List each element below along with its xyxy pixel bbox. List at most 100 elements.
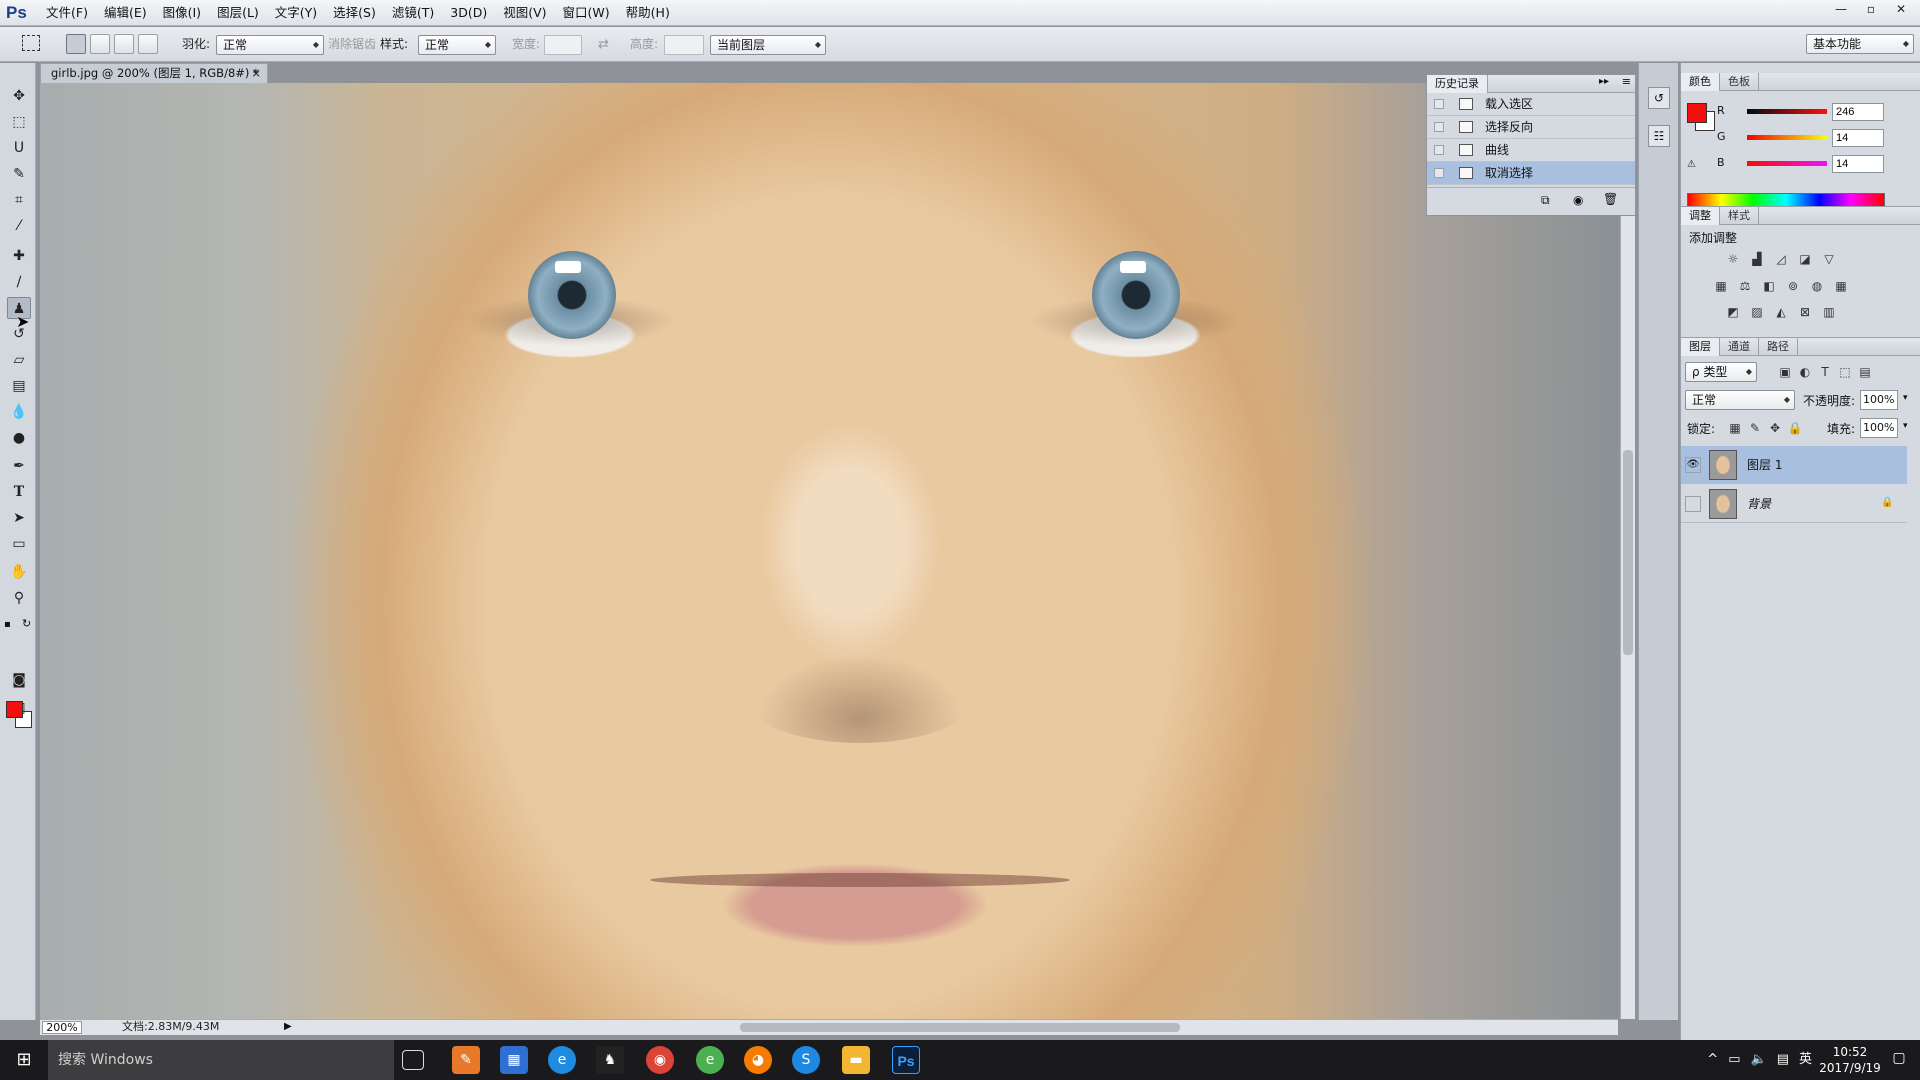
green-value-input[interactable] — [1832, 129, 1884, 147]
height-input[interactable] — [664, 35, 704, 55]
history-source-checkbox[interactable] — [1434, 122, 1444, 132]
browser-app-icon[interactable]: e — [548, 1046, 576, 1074]
foreground-color-swatch[interactable] — [6, 701, 23, 718]
history-source-checkbox[interactable] — [1434, 168, 1444, 178]
eraser-tool-icon[interactable]: ▱ — [7, 349, 31, 371]
style-select[interactable]: 正常 — [418, 35, 496, 55]
filter-pixel-icon[interactable]: ▣ — [1777, 365, 1793, 379]
levels-icon[interactable]: ▟ — [1749, 252, 1765, 266]
opacity-dropdown-icon[interactable]: ▾ — [1903, 393, 1908, 403]
shape-tool-icon[interactable]: ▭ — [7, 533, 31, 555]
panel-menu-icon[interactable]: ≡ — [1622, 75, 1631, 88]
subtract-selection-button[interactable] — [114, 34, 134, 54]
healing-brush-tool-icon[interactable]: ✚ — [7, 245, 31, 267]
filter-smart-object-icon[interactable]: ▤ — [1857, 365, 1873, 379]
color-lookup-icon[interactable]: ▦ — [1833, 279, 1849, 293]
close-tab-icon[interactable]: × — [251, 64, 261, 83]
restore-button[interactable]: ▫ — [1858, 0, 1884, 18]
photoshop-taskbar-icon[interactable]: Ps — [892, 1046, 920, 1074]
taskbar-search-box[interactable]: 搜索 Windows — [48, 1040, 394, 1080]
network-icon[interactable]: ▭ — [1728, 1040, 1740, 1080]
360-browser-icon[interactable]: e — [696, 1046, 724, 1074]
blur-tool-icon[interactable]: 💧 — [7, 401, 31, 423]
tab-paths[interactable]: 路径 — [1759, 338, 1798, 356]
menu-layer[interactable]: 图层(L) — [209, 0, 267, 26]
dodge-tool-icon[interactable]: ● — [7, 427, 31, 449]
curves-icon[interactable]: ◿ — [1773, 252, 1789, 266]
tab-adjustments[interactable]: 调整 — [1681, 207, 1720, 225]
black-white-icon[interactable]: ◧ — [1761, 279, 1777, 293]
invert-icon[interactable]: ◩ — [1725, 305, 1741, 319]
gradient-tool-icon[interactable]: ▤ — [7, 375, 31, 397]
minimize-button[interactable]: — — [1828, 0, 1854, 18]
intersect-selection-button[interactable] — [138, 34, 158, 54]
menu-3d[interactable]: 3D(D) — [442, 0, 495, 26]
menu-edit[interactable]: 编辑(E) — [96, 0, 155, 26]
layer-filter-select[interactable]: ρ 类型 — [1685, 362, 1757, 382]
lock-all-icon[interactable]: 🔒 — [1787, 421, 1803, 435]
start-button-windows-icon[interactable]: ⊞ — [0, 1040, 48, 1080]
move-tool-icon[interactable]: ✥ — [7, 85, 31, 107]
hue-saturation-icon[interactable]: ▦ — [1713, 279, 1729, 293]
task-view-icon[interactable] — [402, 1050, 424, 1070]
exposure-icon[interactable]: ◪ — [1797, 252, 1813, 266]
filter-type-icon[interactable]: T — [1817, 365, 1833, 379]
crop-tool-icon[interactable]: ⌗ — [7, 189, 31, 211]
posterize-icon[interactable]: ▨ — [1749, 305, 1765, 319]
history-source-checkbox[interactable] — [1434, 145, 1444, 155]
notification-icon[interactable]: ▢ — [1890, 1050, 1908, 1070]
default-colors-icon[interactable]: ▪ — [4, 619, 11, 630]
history-source-checkbox[interactable] — [1434, 99, 1444, 109]
sogou-app-icon[interactable]: ✎ — [452, 1046, 480, 1074]
filter-adjustment-icon[interactable]: ◐ — [1797, 365, 1813, 379]
tab-channels[interactable]: 通道 — [1720, 338, 1759, 356]
swap-colors-icon[interactable]: ↻ — [22, 617, 31, 630]
layer-row-layer1[interactable]: 👁 图层 1 — [1681, 446, 1907, 484]
history-item[interactable]: 曲线 — [1427, 139, 1635, 162]
photo-filter-icon[interactable]: ⊚ — [1785, 279, 1801, 293]
red-value-input[interactable] — [1832, 103, 1884, 121]
show-hidden-icons-chevron[interactable]: ^ — [1707, 1040, 1718, 1080]
history-item-selected[interactable]: 取消选择 — [1427, 162, 1635, 185]
sample-select[interactable]: 当前图层 — [710, 35, 826, 55]
menu-file[interactable]: 文件(F) — [38, 0, 96, 26]
menu-view[interactable]: 视图(V) — [495, 0, 554, 26]
brightness-contrast-icon[interactable]: ☼ — [1725, 252, 1741, 266]
store-app-icon[interactable]: ▦ — [500, 1046, 528, 1074]
eyedropper-tool-icon[interactable]: ⁄ — [7, 215, 31, 237]
blue-slider[interactable] — [1747, 161, 1827, 166]
fill-dropdown-icon[interactable]: ▾ — [1903, 421, 1908, 431]
zoom-tool-icon[interactable]: ⚲ — [7, 587, 31, 609]
file-explorer-icon[interactable]: ▬ — [842, 1046, 870, 1074]
color-fg-swatch[interactable] — [1687, 103, 1707, 123]
lock-transparent-icon[interactable]: ▦ — [1727, 421, 1743, 435]
gradient-map-icon[interactable]: ▥ — [1821, 305, 1837, 319]
properties-panel-icon[interactable]: ☷ — [1648, 125, 1670, 147]
menu-select[interactable]: 选择(S) — [325, 0, 384, 26]
brush-tool-icon[interactable]: ∕ — [7, 271, 31, 293]
selective-color-icon[interactable]: ⊠ — [1797, 305, 1813, 319]
type-tool-icon[interactable]: T — [7, 481, 31, 503]
path-select-tool-icon[interactable]: ➤ — [7, 507, 31, 529]
green-slider[interactable] — [1747, 135, 1827, 140]
action-center-icon[interactable]: ▤ — [1777, 1040, 1789, 1080]
menu-type[interactable]: 文字(Y) — [267, 0, 325, 26]
marquee-tool-icon[interactable]: ⬚ — [7, 111, 31, 133]
status-menu-arrow-icon[interactable]: ▶ — [284, 1021, 292, 1032]
horizontal-scroll-thumb[interactable] — [740, 1023, 1180, 1032]
panel-collapse-icon[interactable]: ▸▸ — [1599, 76, 1609, 87]
lock-image-icon[interactable]: ✎ — [1747, 421, 1763, 435]
swap-icon[interactable]: ⇄ — [598, 27, 609, 62]
pen-tool-icon[interactable]: ✒ — [7, 455, 31, 477]
zoom-level-field[interactable]: 200% — [42, 1021, 82, 1034]
lock-position-icon[interactable]: ✥ — [1767, 421, 1783, 435]
chrome-app-icon[interactable]: ◉ — [646, 1046, 674, 1074]
tab-styles[interactable]: 样式 — [1720, 207, 1759, 225]
blend-mode-select[interactable]: 正常 — [1685, 390, 1795, 410]
trash-icon[interactable]: 🗑 — [1603, 192, 1618, 206]
history-panel-icon[interactable]: ↺ — [1648, 87, 1670, 109]
lasso-tool-icon[interactable]: ᑌ — [7, 137, 31, 159]
visibility-eye-icon[interactable]: 👁 — [1685, 457, 1701, 473]
menu-filter[interactable]: 滤镜(T) — [384, 0, 442, 26]
visibility-toggle-empty[interactable] — [1685, 496, 1701, 512]
